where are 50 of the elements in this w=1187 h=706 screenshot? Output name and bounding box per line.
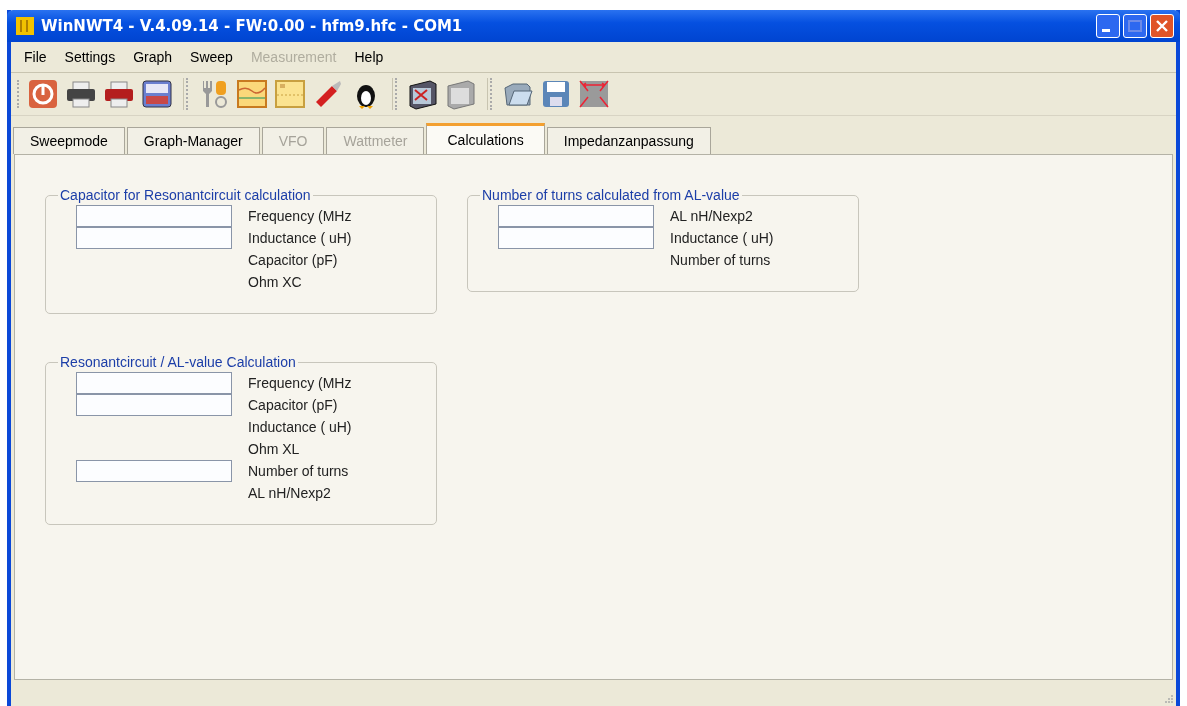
field-label: Ohm XC bbox=[248, 274, 303, 290]
maximize-button[interactable] bbox=[1123, 14, 1147, 38]
save-icon[interactable] bbox=[540, 78, 572, 110]
menu-item[interactable]: Graph bbox=[124, 49, 182, 65]
menu-item[interactable]: Settings bbox=[55, 49, 125, 65]
input-field[interactable] bbox=[76, 227, 232, 249]
chart-icon[interactable] bbox=[274, 78, 306, 110]
resize-grip-icon[interactable] bbox=[1164, 694, 1174, 704]
input-field[interactable] bbox=[498, 227, 654, 249]
folder-icon[interactable] bbox=[407, 78, 439, 110]
printer-icon[interactable] bbox=[103, 78, 135, 110]
group-title: Resonantcircuit / AL-value Calculation bbox=[59, 354, 297, 370]
field-label: Ohm XL bbox=[248, 441, 301, 457]
field-label: Inductance ( uH) bbox=[248, 419, 353, 435]
power-icon[interactable] bbox=[27, 78, 59, 110]
minimize-button[interactable] bbox=[1096, 14, 1120, 38]
input-field[interactable] bbox=[76, 394, 232, 416]
field-label: Number of turns bbox=[248, 463, 350, 479]
close-icon bbox=[1155, 19, 1169, 33]
group-title: Number of turns calculated from AL-value bbox=[481, 187, 741, 203]
field-label: AL nH/Nexp2 bbox=[670, 208, 754, 224]
field-label: Number of turns bbox=[670, 252, 772, 268]
minimize-icon bbox=[1102, 28, 1110, 32]
tab[interactable]: Calculations bbox=[426, 123, 545, 154]
printer-icon[interactable] bbox=[65, 78, 97, 110]
image-file-icon[interactable] bbox=[141, 78, 173, 110]
field-label: Frequency (MHz bbox=[248, 208, 353, 224]
field-label: Frequency (MHz bbox=[248, 375, 353, 391]
field-label: Inductance ( uH) bbox=[670, 230, 775, 246]
close-button[interactable] bbox=[1150, 14, 1174, 38]
app-icon bbox=[15, 16, 35, 36]
menu-item[interactable]: Help bbox=[345, 49, 393, 65]
field-label: AL nH/Nexp2 bbox=[248, 485, 332, 501]
arrows-icon[interactable] bbox=[578, 78, 610, 110]
window-title: WinNWT4 - V.4.09.14 - FW:0.00 - hfm9.hfc - COM1 bbox=[41, 17, 464, 35]
menu-item[interactable]: File bbox=[15, 49, 56, 65]
input-field[interactable] bbox=[76, 205, 232, 227]
field-label: Capacitor (pF) bbox=[248, 252, 339, 268]
tab[interactable]: Impedanzanpassung bbox=[546, 127, 711, 154]
tab[interactable]: Graph-Manager bbox=[126, 127, 260, 154]
group-title: Capacitor for Resonantcircuit calculation bbox=[59, 187, 312, 203]
input-field[interactable] bbox=[76, 372, 232, 394]
maximize-icon bbox=[1128, 20, 1142, 32]
input-field[interactable] bbox=[76, 460, 232, 482]
input-field[interactable] bbox=[498, 205, 654, 227]
chart-icon[interactable] bbox=[236, 78, 268, 110]
menu-item[interactable]: Sweep bbox=[181, 49, 242, 65]
tab[interactable]: Sweepmode bbox=[13, 127, 125, 154]
field-label: Capacitor (pF) bbox=[248, 397, 339, 413]
field-label: Inductance ( uH) bbox=[248, 230, 353, 246]
